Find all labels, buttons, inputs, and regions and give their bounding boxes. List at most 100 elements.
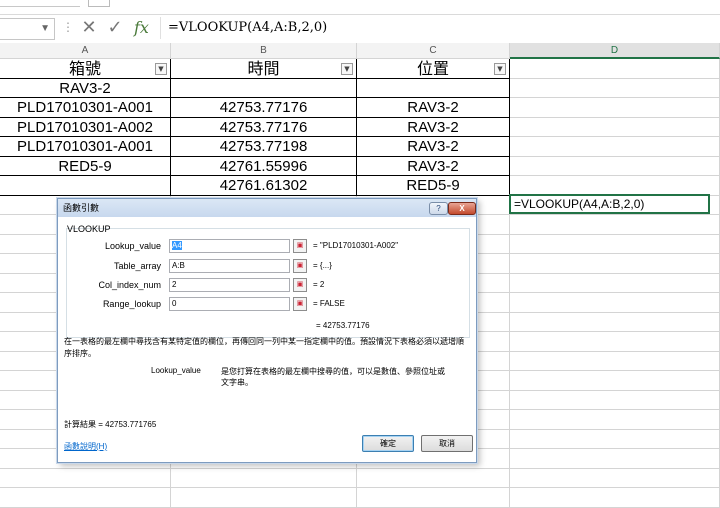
- cell[interactable]: 42761.61302: [171, 176, 357, 196]
- formula-result-preview: = 42753.77176: [316, 321, 370, 330]
- cell[interactable]: [510, 371, 720, 391]
- cell[interactable]: [510, 234, 720, 254]
- cell[interactable]: [510, 254, 720, 274]
- cell[interactable]: [510, 468, 720, 488]
- table-row: [0, 468, 720, 488]
- cell[interactable]: RAV3-2: [357, 98, 510, 118]
- arg-value: A4: [172, 241, 182, 250]
- cell[interactable]: [510, 390, 720, 410]
- table-row: PLD17010301-A001 42753.77176 RAV3-2: [0, 98, 720, 118]
- cell[interactable]: [510, 59, 720, 79]
- arg-result: = FALSE: [313, 299, 345, 308]
- formula-bar-grip-icon[interactable]: ⋮: [62, 20, 74, 34]
- cell[interactable]: [510, 273, 720, 293]
- help-link[interactable]: 函數說明(H): [64, 441, 107, 452]
- cancel-entry-icon[interactable]: ✕: [78, 17, 100, 38]
- cell[interactable]: [357, 488, 510, 508]
- arg-input-lookup-value[interactable]: A4: [169, 239, 290, 253]
- cell[interactable]: RAV3-2: [0, 78, 171, 98]
- cell[interactable]: [510, 156, 720, 176]
- cell[interactable]: [510, 429, 720, 449]
- column-header-a[interactable]: A: [0, 43, 171, 59]
- table-row: RED5-9 42761.55996 RAV3-2: [0, 156, 720, 176]
- arg-label-lookup-value: Lookup_value: [104, 241, 161, 251]
- ribbon-edge: [0, 0, 720, 10]
- arg-label-range-lookup: Range_lookup: [102, 299, 161, 309]
- active-cell[interactable]: =VLOOKUP(A4,A:B,2,0): [509, 194, 710, 214]
- cell[interactable]: [510, 98, 720, 118]
- collapse-dialog-icon[interactable]: ▣: [293, 259, 307, 273]
- name-box[interactable]: ▼: [0, 18, 55, 40]
- collapse-dialog-icon[interactable]: ▣: [293, 239, 307, 253]
- cell[interactable]: [510, 117, 720, 137]
- arg-result: = "PLD17010301-A002": [313, 241, 399, 250]
- cell[interactable]: 42753.77176: [171, 98, 357, 118]
- cell[interactable]: [510, 215, 720, 235]
- filter-dropdown-icon[interactable]: ▼: [155, 63, 167, 75]
- ribbon-edge-icon: [88, 0, 110, 7]
- formula-input[interactable]: =VLOOKUP(A4,A:B,2,0): [168, 20, 327, 35]
- ok-button[interactable]: 確定: [362, 435, 414, 452]
- cell[interactable]: [510, 78, 720, 98]
- cell[interactable]: RAV3-2: [357, 137, 510, 157]
- column-header-c[interactable]: C: [357, 43, 510, 59]
- cell[interactable]: [357, 468, 510, 488]
- arg-input-col-index-num[interactable]: 2: [169, 278, 290, 292]
- arg-result: = {...}: [313, 261, 332, 270]
- cell[interactable]: RED5-9: [357, 176, 510, 196]
- cell[interactable]: [0, 488, 171, 508]
- ribbon-edge-left: [0, 0, 80, 7]
- cell[interactable]: RAV3-2: [357, 156, 510, 176]
- help-icon[interactable]: ?: [429, 202, 448, 215]
- cell[interactable]: RAV3-2: [357, 117, 510, 137]
- arg-description-label: Lookup_value: [151, 366, 201, 375]
- cell[interactable]: PLD17010301-A001: [0, 98, 171, 118]
- cell[interactable]: RED5-9: [0, 156, 171, 176]
- dialog-body: VLOOKUP Lookup_value A4 ▣ = "PLD17010301…: [61, 218, 473, 460]
- cell[interactable]: [0, 176, 171, 196]
- formula-bar: ▼ ⋮ ✕ ✓ fx =VLOOKUP(A4,A:B,2,0): [0, 14, 720, 44]
- arg-input-range-lookup[interactable]: 0: [169, 297, 290, 311]
- filter-dropdown-icon[interactable]: ▼: [341, 63, 353, 75]
- cell[interactable]: [171, 488, 357, 508]
- confirm-entry-icon[interactable]: ✓: [104, 17, 126, 38]
- chevron-down-icon[interactable]: ▼: [40, 23, 50, 34]
- table-row: PLD17010301-A002 42753.77176 RAV3-2: [0, 117, 720, 137]
- column-header-d[interactable]: D: [510, 43, 720, 59]
- cancel-button[interactable]: 取消: [421, 435, 473, 452]
- cell[interactable]: PLD17010301-A002: [0, 117, 171, 137]
- collapse-dialog-icon[interactable]: ▣: [293, 278, 307, 292]
- header-cell-b[interactable]: 時間 ▼: [171, 59, 357, 79]
- cell[interactable]: [171, 78, 357, 98]
- cell[interactable]: 42753.77176: [171, 117, 357, 137]
- cell[interactable]: [510, 137, 720, 157]
- arg-result: = 2: [313, 280, 325, 289]
- cell[interactable]: [171, 468, 357, 488]
- cell[interactable]: [510, 176, 720, 196]
- cell[interactable]: [510, 410, 720, 430]
- header-cell-a[interactable]: 箱號 ▼: [0, 59, 171, 79]
- cell[interactable]: 42761.55996: [171, 156, 357, 176]
- cell[interactable]: [357, 78, 510, 98]
- close-icon[interactable]: X: [448, 202, 476, 215]
- cell[interactable]: [510, 351, 720, 371]
- arg-input-table-array[interactable]: A:B: [169, 259, 290, 273]
- column-header-b[interactable]: B: [171, 43, 357, 59]
- cell[interactable]: [510, 449, 720, 469]
- cell[interactable]: [510, 293, 720, 313]
- table-row: RAV3-2: [0, 78, 720, 98]
- cell[interactable]: [510, 312, 720, 332]
- header-cell-c[interactable]: 位置 ▼: [357, 59, 510, 79]
- formula-bar-separator: [160, 17, 161, 39]
- arg-description-text: 是您打算在表格的最左欄中搜尋的值，可以是數值、參照位址或文字串。: [221, 367, 445, 387]
- filter-dropdown-icon[interactable]: ▼: [494, 63, 506, 75]
- cell[interactable]: [510, 488, 720, 508]
- insert-function-icon[interactable]: fx: [134, 18, 149, 37]
- function-name: VLOOKUP: [67, 224, 111, 234]
- cell[interactable]: 42753.77198: [171, 137, 357, 157]
- collapse-dialog-icon[interactable]: ▣: [293, 297, 307, 311]
- arg-label-table-array: Table_array: [113, 261, 161, 271]
- cell[interactable]: [510, 332, 720, 352]
- cell[interactable]: PLD17010301-A001: [0, 137, 171, 157]
- cell[interactable]: [0, 468, 171, 488]
